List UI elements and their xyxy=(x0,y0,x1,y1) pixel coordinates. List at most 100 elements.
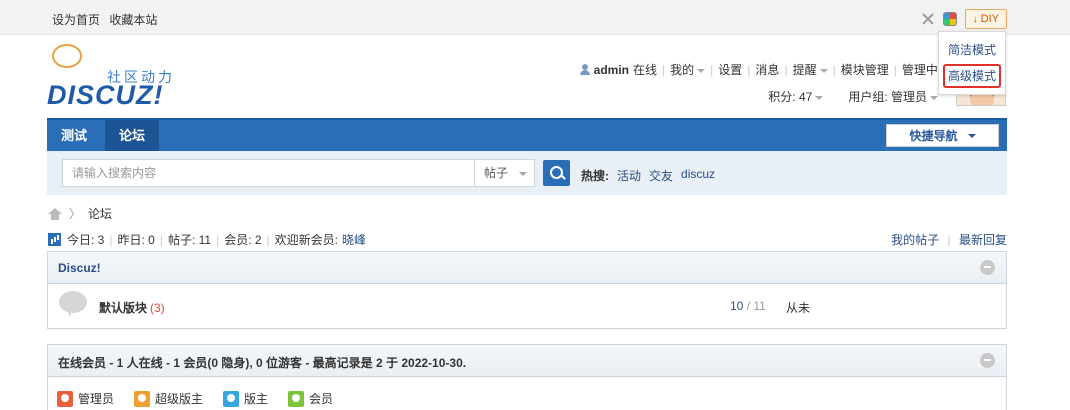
username-link[interactable]: admin xyxy=(594,63,629,77)
stats-welcome: 欢迎新会员: xyxy=(274,233,339,247)
legend-label: 会员 xyxy=(309,392,334,406)
usergroup-label: 用户组: 管理员 xyxy=(848,90,927,104)
forum-name-link[interactable]: 默认版块 xyxy=(99,301,147,315)
hot-searches: 热搜: 活动 交友 discuz xyxy=(581,167,715,184)
module-manage-link[interactable]: 模块管理 xyxy=(841,61,889,78)
quick-nav-label: 快捷导航 xyxy=(909,129,958,143)
breadcrumb-current: 论坛 xyxy=(88,207,113,221)
caret-down-icon xyxy=(815,95,824,100)
advanced-mode-item[interactable]: 高级模式 xyxy=(943,64,1001,88)
search-type-value: 帖子 xyxy=(484,166,509,180)
messages-link[interactable]: 消息 xyxy=(755,61,779,78)
member-role-icon xyxy=(288,390,305,407)
my-links: 我的帖子 | 最新回复 xyxy=(891,231,1007,248)
my-menu-label: 我的 xyxy=(670,63,695,77)
search-input[interactable]: 请输入搜索内容 xyxy=(62,159,475,187)
breadcrumb: 〉 论坛 xyxy=(48,205,112,222)
legend-label: 超级版主 xyxy=(155,392,204,406)
divider: | xyxy=(747,62,751,77)
arrow-down-icon: ↓ xyxy=(972,13,978,25)
divider: | xyxy=(159,232,163,247)
nav-item-forum[interactable]: 论坛 xyxy=(105,120,160,151)
user-icon xyxy=(579,64,590,75)
role-legend: 管理员 超级版主 版主 会员 xyxy=(57,390,333,407)
set-homepage-link[interactable]: 设为首页 xyxy=(52,13,100,27)
hot-term-link[interactable]: 活动 xyxy=(617,167,641,184)
forum-last-post: 从未 xyxy=(786,301,811,315)
topbar-links: 设为首页 收藏本站 xyxy=(52,11,157,28)
latest-replies-link[interactable]: 最新回复 xyxy=(959,233,1007,247)
forum-row: 默认版块 (3) 10 / 11 从未 xyxy=(48,284,1006,326)
divider: | xyxy=(662,62,666,77)
topbar-tools: ↓ DIY xyxy=(921,9,1007,29)
search-button[interactable] xyxy=(543,160,570,186)
points-menu[interactable]: 积分: 47 xyxy=(768,88,824,105)
remind-label: 提醒 xyxy=(792,63,817,77)
stats-today: 今日: 3 xyxy=(67,233,105,247)
site-logo[interactable]: 社区动力 DISCUZ! xyxy=(47,42,197,110)
forum-bubble-icon xyxy=(59,291,90,319)
user-nav: admin 在线 | 我的 | 设置 | 消息 | 提醒 | 模块管理 | 管理… xyxy=(579,61,975,78)
online-header: 在线会员 - 1 人在线 - 1 会员(0 隐身), 0 位游客 - 最高记录是… xyxy=(48,345,1006,377)
online-title: 在线会员 - 1 人在线 - 1 会员(0 隐身), 0 位游客 - 最高记录是… xyxy=(58,356,467,370)
my-menu[interactable]: 我的 xyxy=(670,61,706,78)
logo-text: DISCUZ! xyxy=(47,80,164,110)
search-bar: 请输入搜索内容 帖子 热搜: 活动 交友 discuz xyxy=(47,151,1007,195)
settings-link[interactable]: 设置 xyxy=(718,61,742,78)
caret-down-icon xyxy=(930,95,938,100)
logo-bubble-icon xyxy=(52,44,82,68)
forum-counts: 10 / 11 xyxy=(730,299,766,313)
divider: | xyxy=(216,232,220,247)
remind-menu[interactable]: 提醒 xyxy=(793,61,828,78)
diy-dropdown-menu: 简洁模式 高级模式 xyxy=(938,31,1006,95)
fullscreen-icon[interactable] xyxy=(921,12,935,26)
caret-down-icon xyxy=(967,133,976,138)
stats-members: 会员: 2 xyxy=(224,233,262,247)
quick-nav-button[interactable]: 快捷导航 xyxy=(886,124,999,147)
divider: | xyxy=(266,232,270,247)
my-posts-link[interactable]: 我的帖子 xyxy=(891,233,939,247)
caret-down-icon xyxy=(819,68,828,73)
legend-label: 版主 xyxy=(244,392,269,406)
divider: | xyxy=(784,62,788,77)
forum-threads: 10 xyxy=(730,299,744,313)
legend-label: 管理员 xyxy=(78,392,115,406)
forum-stats: 今日: 3 | 昨日: 0 | 帖子: 11 | 会员: 2 | 欢迎新会员: … xyxy=(48,231,366,248)
category-header: Discuz! xyxy=(48,252,1006,284)
simple-mode-item[interactable]: 简洁模式 xyxy=(943,38,1001,62)
forum-category-box: Discuz! 默认版块 (3) 10 / 11 从未 xyxy=(47,251,1007,329)
nav-item-test[interactable]: 测试 xyxy=(47,120,101,151)
user-credits: 积分: 47 用户组: 管理员 xyxy=(768,88,938,105)
collapse-icon[interactable] xyxy=(980,260,995,275)
search-type-select[interactable]: 帖子 xyxy=(474,159,535,187)
forum-name: 默认版块 (3) xyxy=(99,299,165,316)
stats-chart-icon xyxy=(48,233,61,246)
hot-term-link[interactable]: 交友 xyxy=(649,167,673,184)
stats-posts: 帖子: 11 xyxy=(167,233,212,247)
divider: | xyxy=(832,62,836,77)
bookmark-link[interactable]: 收藏本站 xyxy=(109,13,157,27)
home-icon[interactable] xyxy=(48,207,62,220)
online-status: 在线 xyxy=(633,63,658,77)
legend-item-moderator: 版主 xyxy=(223,390,268,407)
stats-yesterday: 昨日: 0 xyxy=(117,233,155,247)
collapse-icon[interactable] xyxy=(980,353,995,368)
legend-item-admin: 管理员 xyxy=(57,390,114,407)
legend-item-member: 会员 xyxy=(288,390,333,407)
category-title[interactable]: Discuz! xyxy=(58,261,101,275)
divider: | xyxy=(947,233,951,247)
super-moderator-role-icon xyxy=(134,390,151,407)
hot-term-link[interactable]: discuz xyxy=(681,167,715,184)
caret-down-icon xyxy=(697,68,706,73)
caret-down-icon xyxy=(519,171,528,176)
divider: | xyxy=(710,62,714,77)
style-palette-icon[interactable] xyxy=(942,12,957,26)
diy-button[interactable]: ↓ DIY xyxy=(964,9,1007,29)
usergroup-menu[interactable]: 用户组: 管理员 xyxy=(848,88,938,105)
divider: | xyxy=(109,232,113,247)
forum-today-count: (3) xyxy=(150,301,165,315)
admin-role-icon xyxy=(57,390,73,407)
forum-posts: 11 xyxy=(753,299,766,313)
divider: | xyxy=(893,62,897,77)
newest-member-link[interactable]: 晓峰 xyxy=(342,231,366,248)
